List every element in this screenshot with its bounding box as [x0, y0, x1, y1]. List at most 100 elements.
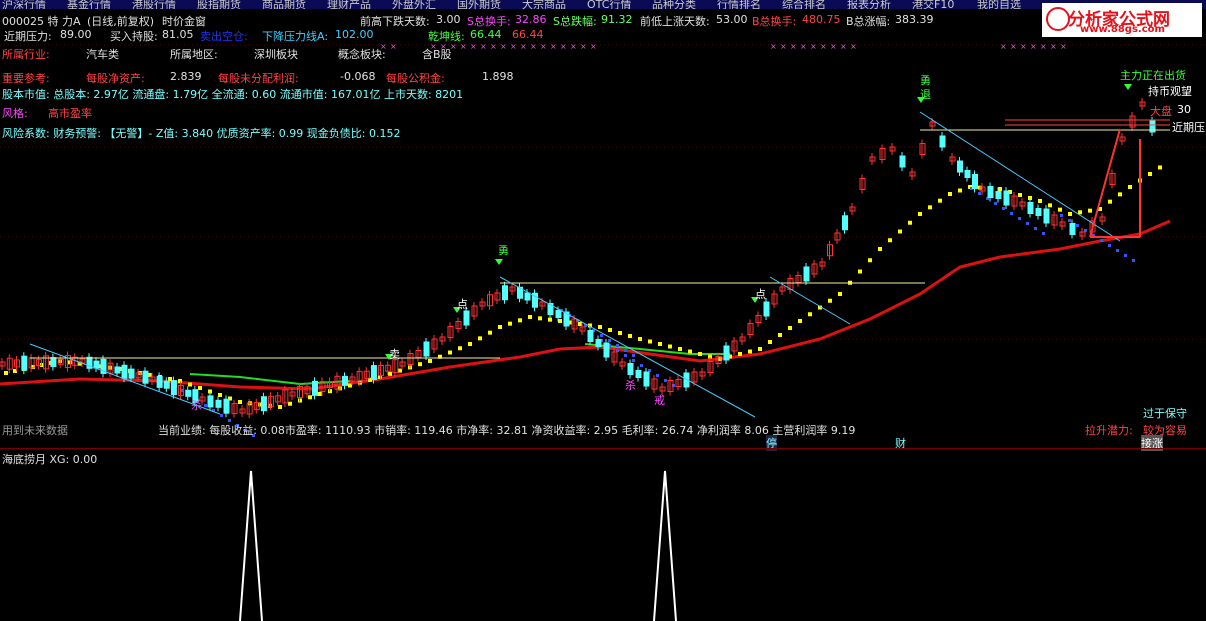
yellow-dot — [748, 349, 752, 354]
eps-label: 每股净资产: — [86, 72, 145, 85]
blue-dot — [1060, 214, 1063, 217]
retreat-label-2: 退 — [920, 88, 931, 101]
yellow-dot — [188, 382, 192, 387]
yellow-dot — [1048, 203, 1052, 208]
menu-item[interactable]: 我的自选 — [977, 0, 1021, 9]
yellow-dot — [148, 373, 152, 377]
yellow-dot — [1018, 193, 1022, 197]
yellow-dot — [198, 386, 202, 390]
indicator-panel[interactable]: 海底捞月 XG: 0.00 — [0, 449, 1206, 621]
yellow-dot — [1148, 172, 1152, 176]
potential-label: 拉升潜力: — [1085, 424, 1133, 437]
menu-item[interactable]: OTC行情 — [587, 0, 631, 9]
blue-dot — [1076, 224, 1079, 227]
x-marker: × — [530, 42, 537, 51]
menu-item[interactable]: 基金行情 — [67, 0, 111, 9]
blue-dot — [600, 334, 603, 337]
yellow-dot — [1128, 185, 1132, 189]
point-label-2: 点 — [755, 288, 766, 301]
menu-item[interactable]: 国外期货 — [457, 0, 501, 9]
yellow-dot — [898, 229, 902, 234]
x-marker: × — [1030, 42, 1037, 51]
menu-item[interactable]: 行情排名 — [717, 0, 761, 9]
candle-body — [957, 160, 963, 173]
yellow-dot — [1068, 212, 1072, 216]
yellow-dot — [938, 198, 942, 203]
yellow-dot — [428, 359, 432, 363]
logo-url: www.88gs.com — [1080, 24, 1165, 35]
menu-item[interactable]: 商品期货 — [262, 0, 306, 9]
blue-dot — [664, 379, 667, 382]
candle-body — [723, 345, 730, 361]
yellow-dot — [518, 318, 522, 323]
candle-body — [423, 341, 430, 357]
qk-label: 乾坤线: — [428, 30, 465, 43]
menu-item[interactable]: 沪深行情 — [2, 0, 46, 9]
s-drop-value: 91.32 — [601, 13, 633, 26]
yellow-dot — [838, 292, 842, 296]
x-marker: × — [560, 42, 567, 51]
blue-dot — [1034, 227, 1037, 230]
x-marker: × — [540, 42, 547, 51]
menu-item[interactable]: 综合排名 — [782, 0, 826, 9]
x-marker: × — [780, 42, 787, 51]
yellow-dot — [508, 321, 512, 326]
blue-dot — [220, 414, 223, 417]
yellow-dot — [1038, 199, 1042, 203]
yellow-dot — [398, 368, 402, 373]
menu-item[interactable]: 外盘外汇 — [392, 0, 436, 9]
x-marker: × — [480, 42, 487, 51]
x-marker: × — [820, 42, 827, 51]
yellow-dot — [668, 344, 672, 349]
yellow-dot — [388, 371, 392, 376]
yellow-dot — [778, 333, 782, 337]
blue-dot — [640, 364, 643, 367]
future-data-note: 用到未来数据 — [2, 424, 68, 437]
blue-dot — [1002, 207, 1005, 210]
concept-value: 含B股 — [422, 48, 452, 61]
blue-dot — [1018, 217, 1021, 220]
yellow-dot — [288, 401, 292, 406]
yellow-dot — [888, 238, 892, 243]
indicator-chart[interactable] — [0, 449, 1206, 621]
downtrend-line-1 — [499, 276, 756, 418]
x-marker: × — [1040, 42, 1047, 51]
x-marker: × — [850, 42, 857, 51]
brave-label-1: 勇 — [498, 244, 509, 257]
near-resist-tag: 近期压 — [1172, 121, 1205, 134]
hold-cash-tag: 持币观望 — [1148, 85, 1192, 98]
candle-body — [1069, 223, 1076, 235]
top-menu-bar: 沪深行情 基金行情 港股行情 股指期货 商品期货 理财产品 外盘外汇 国外期货 大宗商品 OTC行… — [0, 0, 1206, 9]
yellow-dot — [808, 312, 812, 317]
candle-body — [93, 360, 100, 369]
yellow-dot — [958, 188, 962, 193]
yellow-dot — [528, 315, 532, 319]
eps-value: 2.839 — [170, 70, 202, 83]
main-force-selling-tag: 主力正在出货 — [1120, 69, 1186, 82]
blue-dot — [608, 339, 611, 342]
yellow-dot — [618, 331, 622, 335]
menu-item[interactable]: 港交F10 — [912, 0, 954, 9]
market-tag: 大盘 — [1150, 105, 1172, 118]
yellow-dot — [558, 319, 562, 323]
resist-value: 89.00 — [60, 28, 92, 41]
menu-item[interactable]: 理财产品 — [327, 0, 371, 9]
yellow-dot — [598, 325, 602, 329]
x-marker: × — [580, 42, 587, 51]
x-marker: × — [590, 42, 597, 51]
menu-item[interactable]: 股指期货 — [197, 0, 241, 9]
site-logo[interactable]: 分析家公式网 www.88gs.com — [1042, 3, 1202, 37]
menu-item[interactable]: 大宗商品 — [522, 0, 566, 9]
menu-item[interactable]: 品种分类 — [652, 0, 696, 9]
blue-dot — [1010, 212, 1013, 215]
chart-period[interactable]: (日线,前复权) — [87, 13, 154, 29]
main-chart-panel[interactable]: × × × × × × × × × × × × × × × × × × × × × × × × × × × × × × × × × × × 0000… — [0, 9, 1206, 451]
candle-body — [603, 342, 610, 358]
candle-body — [185, 389, 192, 397]
yellow-dot — [468, 342, 472, 346]
x-marker: × — [840, 42, 847, 51]
menu-item[interactable]: 港股行情 — [132, 0, 176, 9]
menu-item[interactable]: 报表分析 — [847, 0, 891, 9]
stock-code-name: 000025 特 力A — [2, 15, 81, 28]
indicator-spike-2 — [653, 470, 677, 621]
